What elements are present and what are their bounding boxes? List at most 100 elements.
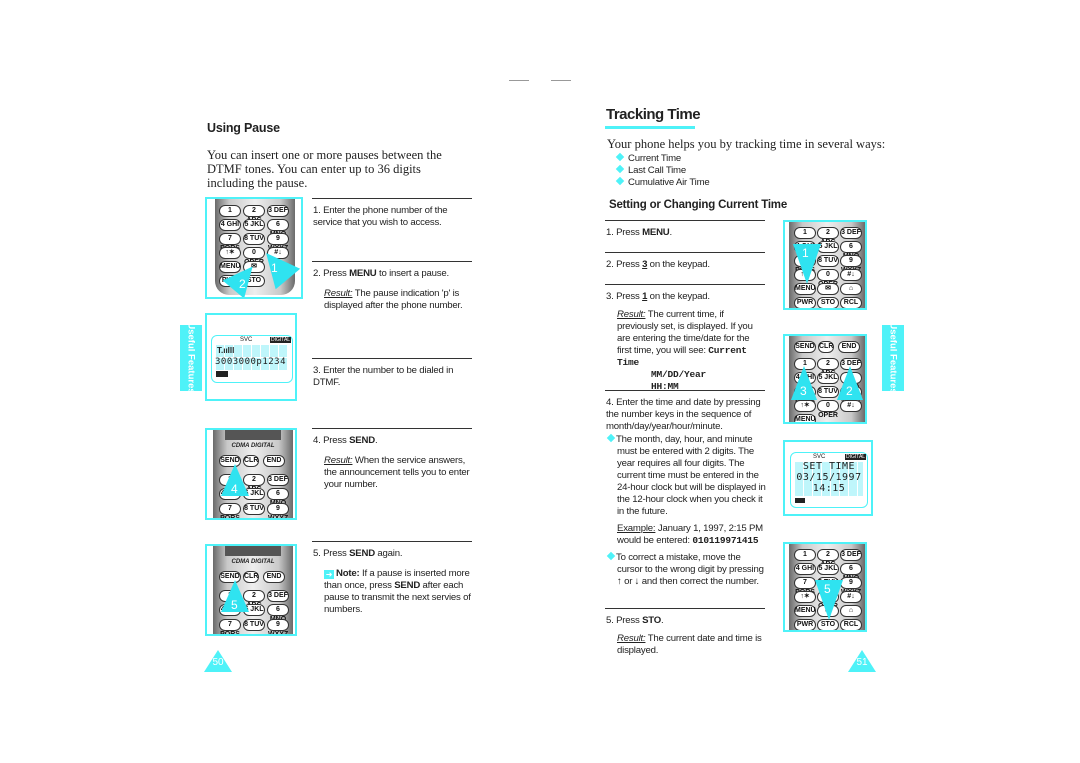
figure-keypad-3-1: SEND CLR END 1 2 ABC 3 DEF 4 GHI 5 JKL 6…	[783, 334, 867, 424]
key-star: ↑✶	[794, 400, 816, 412]
bullet-last-call-time: Last Call Time	[615, 164, 710, 177]
callout-number-3: 3	[800, 384, 807, 398]
key-1: 1	[794, 227, 816, 239]
side-tab-useful-features-left: Useful Features	[180, 322, 202, 394]
diamond-bullet-icon	[606, 551, 616, 561]
key-3: 3 DEF	[840, 549, 862, 561]
step-1: 1. Enter the phone number of the service…	[313, 205, 448, 228]
diamond-bullet-icon	[615, 164, 625, 174]
key-9: 9 WXYZ	[267, 619, 289, 636]
key-sto: STO	[817, 619, 839, 630]
page-number-51: 51	[848, 650, 876, 672]
key-7: 7 PQRS	[219, 503, 241, 520]
step-divider	[312, 541, 472, 542]
key-3: 3 DEF	[267, 590, 289, 602]
step-divider	[312, 261, 472, 262]
diamond-bullet-icon	[615, 176, 625, 186]
figure-display-pause: SVC DIGITAL T.ıılll 3003000p1234	[205, 313, 297, 401]
key-8: 8 TUV	[817, 386, 839, 398]
lcd-display: SVC DIGITAL SET TIME 03/15/1997 14:15	[790, 452, 868, 508]
step-divider	[605, 390, 765, 391]
key-3: 3 DEF	[840, 227, 862, 239]
step-2: 2. Press 3 on the keypad.	[606, 259, 710, 270]
figure-display-set-time: SVC DIGITAL SET TIME 03/15/1997 14:15	[783, 440, 873, 516]
lcd-screen-top	[225, 430, 281, 440]
key-end: END	[263, 455, 285, 467]
callout-number-1: 1	[802, 246, 809, 260]
step-1: 1. Press MENU.	[606, 227, 672, 238]
key-1: 1	[219, 205, 241, 217]
figure-send-4: CDMA DIGITAL SEND CLR END 1 2 ABC 3 DEF …	[205, 428, 297, 520]
key-9: 9 WXYZ	[840, 255, 862, 274]
bullet-cumulative-air-time: Cumulative Air Time	[615, 176, 710, 189]
step-3: 3. Press 1 on the keypad. Result: The cu…	[606, 291, 753, 392]
key-menu: MENU	[794, 605, 816, 617]
key-7: 7 PQRS	[219, 619, 241, 636]
key-end: END	[838, 341, 860, 353]
display-line-set-time: SET TIME	[802, 461, 856, 472]
key-home: ⌂	[840, 605, 862, 617]
key-5: 5 JKL	[817, 563, 839, 575]
callout-number-4: 4	[231, 482, 238, 496]
display-line-date: 03/15/1997	[796, 472, 862, 483]
display-line-time: 14:15	[812, 483, 846, 494]
battery-icon	[216, 371, 228, 377]
key-1: 1	[794, 549, 816, 561]
side-tab-useful-features-right: Useful Features	[882, 322, 904, 394]
key-5: 5 JKL	[243, 219, 265, 231]
key-6: 6 MNO	[267, 488, 289, 507]
svc-indicator: SVC	[813, 454, 826, 460]
key-msg: ✉	[817, 283, 839, 295]
step-5: 5. Press SEND again. ➜ Note: If a pause i…	[313, 548, 471, 615]
key-0: 0 OPER	[817, 400, 839, 419]
callout-number-1: 1	[271, 261, 278, 275]
tracking-intro: Your phone helps you by tracking time in…	[607, 137, 886, 151]
key-rcl: RCL	[840, 297, 862, 308]
step-2: 2. Press MENU to insert a pause. Result:…	[313, 268, 463, 311]
header-rule-left	[509, 80, 529, 81]
key-menu: MENU	[794, 414, 816, 422]
key-6: 6 MNO	[267, 604, 289, 623]
key-rcl: RCL	[840, 619, 862, 630]
digital-indicator: DIGITAL	[845, 454, 867, 460]
figure-keypad-menu: 1 2 ABC 3 DEF 4 GHI 5 JKL 6 MNO 7 PQRS 8…	[783, 220, 867, 310]
step-3: 3. Enter the number to be dialed in DTMF…	[313, 365, 454, 388]
phone-brand: CDMA DIGITAL	[231, 559, 275, 565]
svc-indicator: SVC	[240, 337, 253, 343]
key-9: 9 WXYZ	[267, 503, 289, 520]
key-7: 7 PQRS	[794, 577, 816, 596]
callout-number-2: 2	[239, 277, 246, 291]
page-title-tracking-time: Tracking Time	[606, 106, 701, 123]
section-title-using-pause: Using Pause	[207, 121, 280, 135]
key-8: 8 TUV	[243, 619, 265, 631]
key-hash: #↓	[840, 591, 862, 603]
step-4: 4. Enter the time and date by pressing t…	[606, 397, 766, 587]
intro-paragraph: You can insert one or more pauses betwee…	[207, 148, 442, 190]
key-2: 2 ABC	[817, 358, 839, 377]
step-4: 4. Press SEND. Result: When the service …	[313, 435, 470, 490]
figure-send-5: CDMA DIGITAL SEND CLR END 1 2 ABC 3 DEF …	[205, 544, 297, 636]
section-title-setting-time: Setting or Changing Current Time	[609, 199, 788, 211]
key-2: 2 ABC	[817, 549, 839, 568]
callout-number-5: 5	[824, 582, 831, 596]
key-send: SEND	[794, 341, 816, 353]
key-2: 2 ABC	[243, 205, 265, 224]
key-6: 6 MNO	[267, 219, 289, 238]
key-8: 8 TUV	[243, 503, 265, 515]
key-3: 3 DEF	[267, 205, 289, 217]
digital-indicator: DIGITAL	[270, 337, 292, 343]
key-home: ⌂	[840, 283, 862, 295]
step-divider	[312, 358, 472, 359]
step-5: 5. Press STO. Result: The current date a…	[606, 615, 762, 656]
key-4: 4 GHI	[219, 219, 241, 231]
key-8: 8 TUV	[243, 233, 265, 245]
step-divider	[605, 252, 765, 253]
key-3: 3 DEF	[267, 474, 289, 486]
battery-icon	[795, 498, 805, 503]
lcd-display: SVC DIGITAL T.ıılll 3003000p1234	[211, 335, 293, 383]
phone-brand: CDMA DIGITAL	[231, 443, 275, 449]
key-pwr: PWR	[794, 619, 816, 630]
key-4: 4 GHI	[794, 563, 816, 575]
step-divider	[312, 428, 472, 429]
key-6: 6 MNO	[840, 241, 862, 260]
